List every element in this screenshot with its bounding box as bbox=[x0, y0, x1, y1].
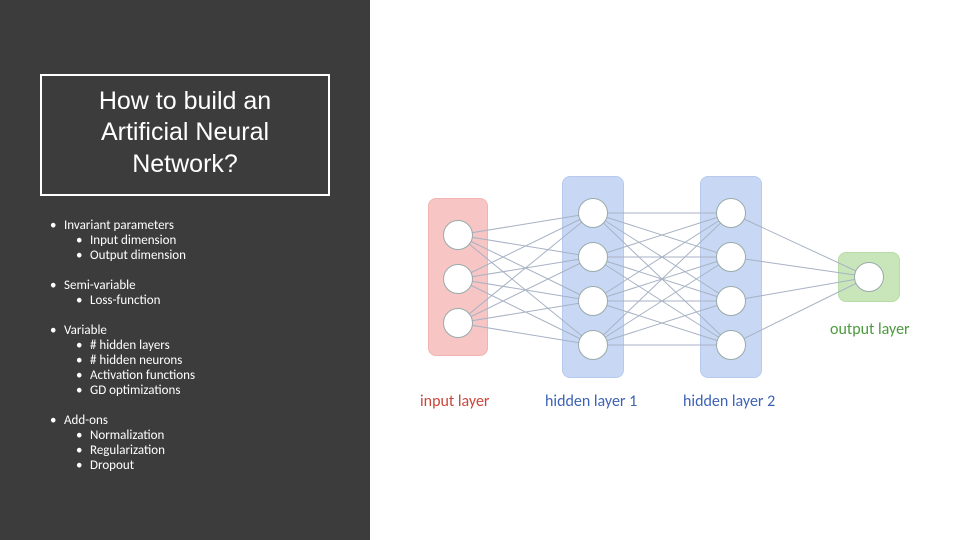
bullet-sub: # hidden layers bbox=[90, 338, 170, 353]
bullet-sub: # hidden neurons bbox=[90, 353, 182, 368]
input-layer-label: input layer bbox=[420, 392, 490, 411]
bullet-group: •Invariant parameters •Input dimension •… bbox=[50, 218, 350, 263]
sidebar: How to build an Artificial Neural Networ… bbox=[0, 0, 370, 540]
nn-node bbox=[716, 286, 746, 316]
nn-node bbox=[443, 220, 473, 250]
slide-title: How to build an Artificial Neural Networ… bbox=[40, 74, 330, 196]
nn-node bbox=[854, 262, 884, 292]
nn-node bbox=[716, 198, 746, 228]
nn-node bbox=[716, 330, 746, 360]
bullet-sub: Dropout bbox=[90, 458, 134, 473]
nn-node bbox=[578, 330, 608, 360]
bullet-label: Invariant parameters bbox=[64, 218, 174, 233]
bullet-label: Semi-variable bbox=[64, 278, 136, 293]
neural-network-diagram: input layer hidden layer 1 hidden layer … bbox=[390, 190, 930, 450]
bullet-sub: Activation functions bbox=[90, 368, 195, 383]
bullet-sub: Output dimension bbox=[90, 248, 186, 263]
nn-node bbox=[443, 264, 473, 294]
nn-node bbox=[716, 242, 746, 272]
hidden1-layer-label: hidden layer 1 bbox=[545, 392, 637, 411]
bullet-label: Variable bbox=[64, 323, 107, 338]
bullet-label: Add-ons bbox=[64, 413, 108, 428]
nn-node bbox=[443, 308, 473, 338]
nn-node bbox=[578, 198, 608, 228]
bullet-sub: Loss-function bbox=[90, 293, 160, 308]
bullet-sub: Regularization bbox=[90, 443, 165, 458]
nn-node bbox=[578, 286, 608, 316]
bullet-list: •Invariant parameters •Input dimension •… bbox=[50, 218, 350, 488]
bullet-group: •Variable •# hidden layers •# hidden neu… bbox=[50, 323, 350, 398]
bullet-sub: GD optimizations bbox=[90, 383, 180, 398]
hidden2-layer-label: hidden layer 2 bbox=[683, 392, 775, 411]
bullet-group: •Semi-variable •Loss-function bbox=[50, 278, 350, 308]
content-area: input layer hidden layer 1 hidden layer … bbox=[370, 0, 960, 540]
output-layer-label: output layer bbox=[830, 320, 910, 339]
bullet-sub: Normalization bbox=[90, 428, 164, 443]
bullet-group: •Add-ons •Normalization •Regularization … bbox=[50, 413, 350, 473]
bullet-sub: Input dimension bbox=[90, 233, 176, 248]
nn-node bbox=[578, 242, 608, 272]
